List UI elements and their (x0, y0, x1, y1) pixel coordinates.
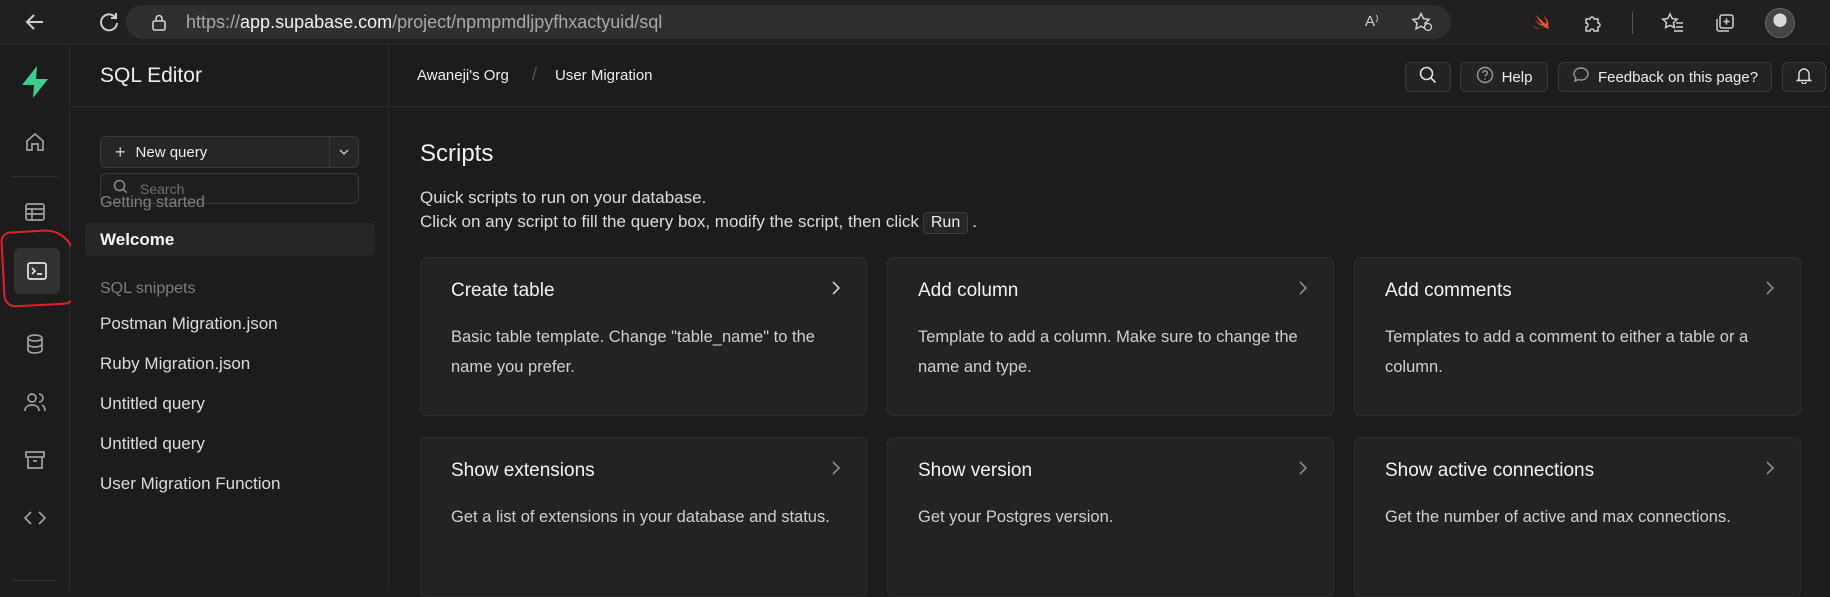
scripts-heading: Scripts (420, 140, 494, 167)
back-arrow-icon[interactable] (20, 7, 50, 37)
favorite-star-icon[interactable] (1411, 11, 1433, 37)
extensions-puzzle-icon[interactable] (1580, 10, 1604, 36)
section-label-getting-started: Getting started (100, 194, 205, 211)
run-code-label: Run (922, 212, 969, 234)
feedback-label: Feedback on this page? (1597, 68, 1759, 86)
card-title: Show version (918, 460, 1033, 481)
card-description: Get the number of active and max connect… (1385, 508, 1731, 526)
red-annotation-circle (0, 228, 78, 308)
card-description: Basic table template. Change "table_name… (451, 328, 815, 376)
sql-editor-panel: SQL Editor + New query Getting started W… (71, 46, 389, 590)
period-text: . (972, 212, 977, 231)
edge-functions-code-icon[interactable] (15, 498, 55, 538)
rail-divider (12, 176, 58, 177)
help-label: Help (1501, 68, 1533, 86)
collections-icon[interactable] (1713, 10, 1737, 36)
chevron-right-icon (830, 460, 842, 481)
swift-extension-icon[interactable] (1528, 10, 1552, 36)
card-title: Show active connections (1385, 460, 1595, 481)
card-description: Get your Postgres version. (918, 508, 1114, 526)
rail-divider (12, 580, 58, 581)
script-card-show-active-connections[interactable]: Show active connections Get the number o… (1354, 437, 1801, 597)
chevron-right-icon (1297, 460, 1309, 481)
card-title: Add column (918, 280, 1019, 301)
snippet-item[interactable]: Untitled query (100, 434, 205, 454)
favorites-icon[interactable] (1661, 10, 1685, 36)
chevron-right-icon (830, 280, 842, 301)
panel-divider (71, 106, 389, 107)
search-icon (1419, 66, 1437, 88)
scripts-description-line1: Quick scripts to run on your database. (420, 188, 707, 207)
new-query-label: New query (135, 143, 208, 161)
supabase-logo-icon[interactable] (15, 62, 55, 102)
script-card-add-column[interactable]: Add column Template to add a column. Mak… (887, 257, 1334, 416)
section-label-sql-snippets: SQL snippets (100, 280, 196, 297)
new-query-button[interactable]: + New query (101, 137, 330, 167)
plus-icon: + (115, 141, 126, 162)
bell-icon (1795, 66, 1813, 88)
chat-bubble-icon (1572, 66, 1590, 88)
help-circle-icon (1476, 66, 1494, 88)
main-header: Awaneji's Org / User Migration Help Feed… (390, 46, 1830, 107)
script-card-add-comments[interactable]: Add comments Templates to add a comment … (1354, 257, 1801, 416)
table-editor-icon[interactable] (15, 192, 55, 232)
reload-icon[interactable] (94, 7, 124, 37)
scripts-description-line2: Click on any script to fill the query bo… (420, 212, 977, 234)
chevron-right-icon (1764, 460, 1776, 481)
chevron-right-icon (1297, 280, 1309, 301)
sidebar-item-welcome[interactable]: Welcome (85, 223, 375, 256)
database-icon[interactable] (15, 324, 55, 364)
home-icon[interactable] (15, 122, 55, 162)
card-description: Template to add a column. Make sure to c… (918, 328, 1298, 376)
card-description: Templates to add a comment to either a t… (1385, 328, 1749, 376)
card-title: Add comments (1385, 280, 1512, 301)
script-card-show-extensions[interactable]: Show extensions Get a list of extensions… (420, 437, 867, 597)
breadcrumb-org[interactable]: Awaneji's Org (417, 67, 509, 84)
script-card-create-table[interactable]: Create table Basic table template. Chang… (420, 257, 867, 416)
feedback-button[interactable]: Feedback on this page? (1558, 62, 1772, 92)
url-text: https://app.supabase.com/project/npmpmdl… (186, 11, 663, 32)
card-title: Create table (451, 280, 555, 301)
scripts-instruction-text: Click on any script to fill the query bo… (420, 212, 919, 231)
storage-archive-icon[interactable] (15, 440, 55, 480)
panel-title: SQL Editor (100, 64, 202, 87)
toolbar-divider (1632, 12, 1633, 34)
new-query-button-group: + New query (100, 136, 359, 168)
lock-icon (150, 13, 168, 31)
snippet-item[interactable]: Ruby Migration.json (100, 354, 250, 374)
authentication-users-icon[interactable] (15, 382, 55, 422)
profile-avatar[interactable] (1765, 8, 1795, 38)
card-title: Show extensions (451, 460, 595, 481)
breadcrumb-separator: / (532, 64, 538, 84)
icon-rail (0, 46, 70, 590)
browser-toolbar: https://app.supabase.com/project/npmpmdl… (0, 0, 1830, 45)
snippet-item[interactable]: Postman Migration.json (100, 314, 278, 334)
notifications-button[interactable] (1782, 62, 1826, 92)
search-button[interactable] (1405, 62, 1451, 92)
read-aloud-icon[interactable]: A⁾ (1365, 12, 1387, 37)
snippet-item[interactable]: User Migration Function (100, 474, 280, 494)
card-description: Get a list of extensions in your databas… (451, 508, 830, 526)
chevron-down-icon[interactable] (330, 137, 358, 167)
script-card-show-version[interactable]: Show version Get your Postgres version. (887, 437, 1334, 597)
address-bar[interactable]: https://app.supabase.com/project/npmpmdl… (126, 5, 1451, 39)
help-button[interactable]: Help (1460, 62, 1548, 92)
breadcrumb-project[interactable]: User Migration (555, 67, 653, 84)
snippet-item[interactable]: Untitled query (100, 394, 205, 414)
chevron-right-icon (1764, 280, 1776, 301)
